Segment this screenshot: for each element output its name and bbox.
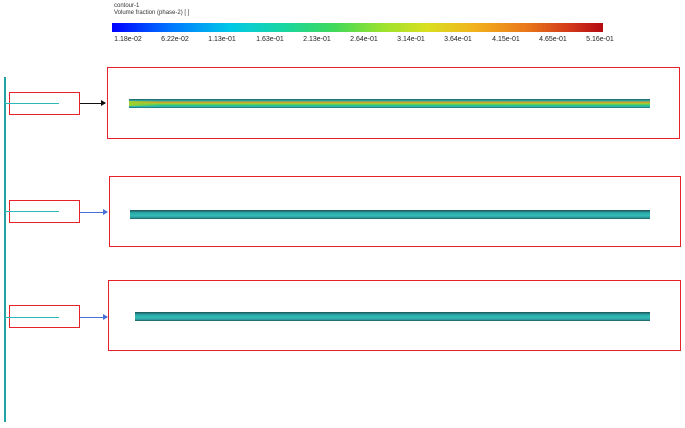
colorbar-tick-label: 3.64e-01 bbox=[444, 36, 472, 43]
section-3-marker-line bbox=[5, 317, 59, 318]
contour-name: contour-1 bbox=[114, 3, 140, 9]
section-1-pipe-inlet bbox=[129, 101, 159, 106]
section-1-arrow bbox=[80, 100, 106, 106]
colorbar-tick-label: 1.13e-01 bbox=[208, 36, 236, 43]
colorbar-tick-label: 1.18e-02 bbox=[114, 36, 142, 43]
colorbar bbox=[112, 23, 603, 32]
colorbar-tick-label: 2.13e-01 bbox=[303, 36, 331, 43]
section-3-arrow bbox=[80, 314, 108, 320]
section-2-arrow bbox=[80, 209, 108, 215]
colorbar-tick-label: 6.22e-02 bbox=[161, 36, 189, 43]
colorbar-tick-label: 4.15e-01 bbox=[492, 36, 520, 43]
section-1-marker-line bbox=[5, 103, 59, 104]
variable-name: Volume fraction (phase-2) [ ] bbox=[114, 10, 190, 16]
section-1-pipe bbox=[129, 99, 650, 108]
colorbar-tick-label: 2.64e-01 bbox=[350, 36, 378, 43]
pipe-overview-line bbox=[4, 77, 6, 422]
section-3-pipe bbox=[135, 312, 650, 321]
colorbar-tick-label: 5.16e-01 bbox=[586, 36, 614, 43]
colorbar-tick-label: 1.63e-01 bbox=[256, 36, 284, 43]
section-2-pipe bbox=[130, 210, 650, 219]
section-2-marker-line bbox=[5, 211, 59, 212]
colorbar-tick-label: 3.14e-01 bbox=[397, 36, 425, 43]
colorbar-tick-label: 4.65e-01 bbox=[539, 36, 567, 43]
